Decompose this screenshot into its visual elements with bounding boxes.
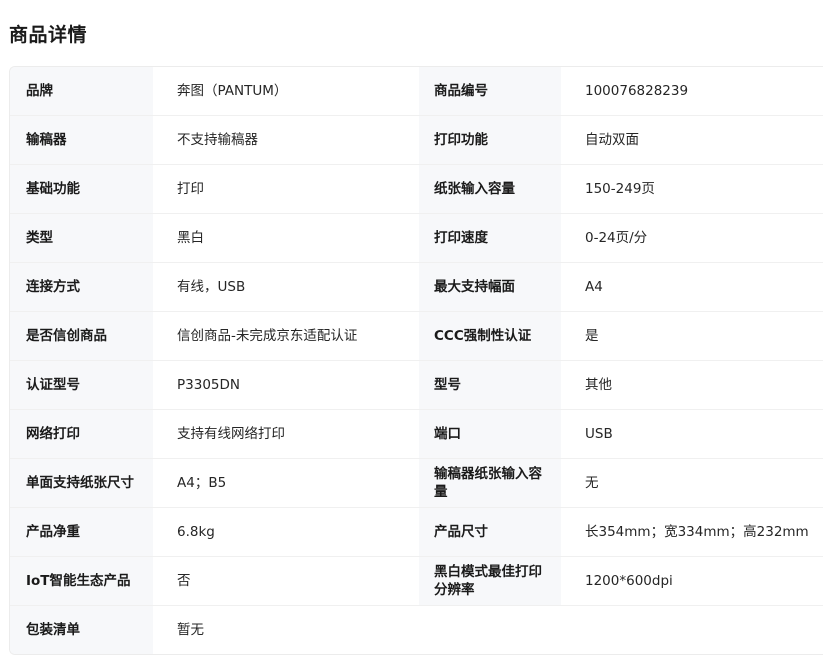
spec-label: 产品净重: [10, 508, 153, 556]
spec-row-net-weight: 产品净重 6.8kg 产品尺寸 长354mm；宽334mm；高232mm: [10, 508, 823, 557]
spec-label: 打印速度: [419, 214, 561, 262]
spec-value: 不支持输稿器: [153, 116, 419, 164]
spec-row-package: 包装清单 暂无: [10, 606, 823, 654]
spec-value: 100076828239: [561, 67, 823, 115]
spec-value: 奔图（PANTUM）: [153, 67, 419, 115]
spec-label: 产品尺寸: [419, 508, 561, 556]
spec-row-paper-size: 单面支持纸张尺寸 A4；B5 输稿器纸张输入容量 无: [10, 459, 823, 508]
spec-label: 黑白模式最佳打印分辨率: [419, 557, 561, 605]
spec-value: 长354mm；宽334mm；高232mm: [561, 508, 823, 556]
spec-label: 商品编号: [419, 67, 561, 115]
spec-row-basic-function: 基础功能 打印 纸张输入容量 150-249页: [10, 165, 823, 214]
spec-row-network-print: 网络打印 支持有线网络打印 端口 USB: [10, 410, 823, 459]
spec-label: 是否信创商品: [10, 312, 153, 360]
spec-table: 品牌 奔图（PANTUM） 商品编号 100076828239 输稿器 不支持输…: [9, 66, 823, 655]
spec-value: P3305DN: [153, 361, 419, 409]
spec-value: 1200*600dpi: [561, 557, 823, 605]
spec-label: 纸张输入容量: [419, 165, 561, 213]
spec-label: IoT智能生态产品: [10, 557, 153, 605]
spec-value: 0-24页/分: [561, 214, 823, 262]
spec-value: A4: [561, 263, 823, 311]
spec-value: 是: [561, 312, 823, 360]
spec-row-xinchuang: 是否信创商品 信创商品-未完成京东适配认证 CCC强制性认证 是: [10, 312, 823, 361]
spec-value: 否: [153, 557, 419, 605]
spec-value: 自动双面: [561, 116, 823, 164]
spec-label: 输稿器: [10, 116, 153, 164]
spec-label: 打印功能: [419, 116, 561, 164]
spec-label: 单面支持纸张尺寸: [10, 459, 153, 507]
spec-row-type: 类型 黑白 打印速度 0-24页/分: [10, 214, 823, 263]
spec-label: 基础功能: [10, 165, 153, 213]
spec-label: 品牌: [10, 67, 153, 115]
spec-label: 最大支持幅面: [419, 263, 561, 311]
spec-value: 信创商品-未完成京东适配认证: [153, 312, 419, 360]
spec-value: 支持有线网络打印: [153, 410, 419, 458]
spec-value: A4；B5: [153, 459, 419, 507]
spec-row-iot: IoT智能生态产品 否 黑白模式最佳打印分辨率 1200*600dpi: [10, 557, 823, 606]
spec-row-brand: 品牌 奔图（PANTUM） 商品编号 100076828239: [10, 67, 823, 116]
spec-value: 150-249页: [561, 165, 823, 213]
spec-label: 网络打印: [10, 410, 153, 458]
spec-value: 无: [561, 459, 823, 507]
spec-row-connection: 连接方式 有线，USB 最大支持幅面 A4: [10, 263, 823, 312]
spec-label: 型号: [419, 361, 561, 409]
spec-value: 黑白: [153, 214, 419, 262]
spec-value: 打印: [153, 165, 419, 213]
spec-row-feeder: 输稿器 不支持输稿器 打印功能 自动双面: [10, 116, 823, 165]
spec-label: 连接方式: [10, 263, 153, 311]
spec-label: 类型: [10, 214, 153, 262]
spec-label: CCC强制性认证: [419, 312, 561, 360]
page-title: 商品详情: [9, 24, 88, 46]
spec-label: 输稿器纸张输入容量: [419, 459, 561, 507]
spec-value: 6.8kg: [153, 508, 419, 556]
spec-value: 有线，USB: [153, 263, 419, 311]
spec-value: 暂无: [153, 606, 823, 654]
spec-value: USB: [561, 410, 823, 458]
spec-row-cert-model: 认证型号 P3305DN 型号 其他: [10, 361, 823, 410]
spec-label: 认证型号: [10, 361, 153, 409]
spec-label: 包装清单: [10, 606, 153, 654]
spec-value: 其他: [561, 361, 823, 409]
spec-label: 端口: [419, 410, 561, 458]
